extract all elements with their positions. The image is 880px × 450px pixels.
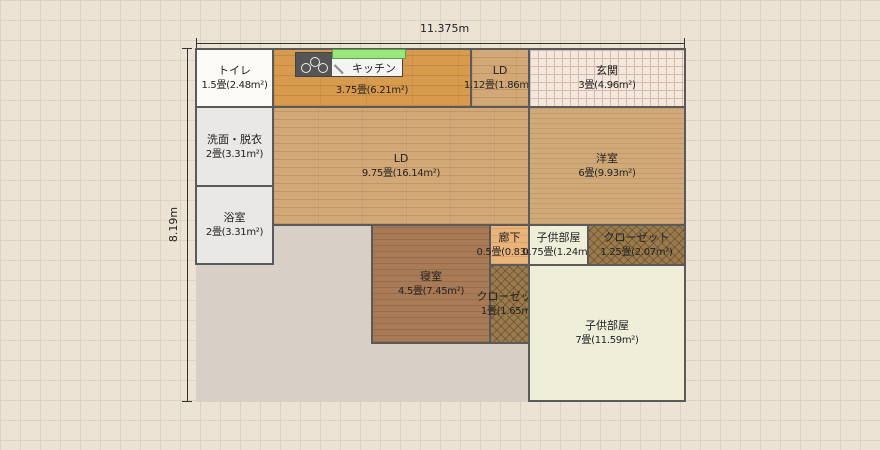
room-bedroom[interactable]: 寝室 4.5畳(7.45m²) xyxy=(371,224,491,344)
width-dimension-tick-right xyxy=(684,38,685,48)
height-dimension-tick-top xyxy=(182,48,192,49)
room-name: 寝室 xyxy=(420,270,442,283)
room-kids-large[interactable]: 子供部屋 7畳(11.59m²) xyxy=(528,264,686,402)
room-area: 3畳(4.96m²) xyxy=(578,80,636,91)
room-ld-small[interactable]: LD 1.12畳(1.86m²) xyxy=(464,48,536,108)
room-kids-small[interactable]: 子供部屋 0.75畳(1.24m²) xyxy=(522,224,595,266)
room-entrance[interactable]: 玄関 3畳(4.96m²) xyxy=(528,48,686,108)
room-area: 0.75畳(1.24m²) xyxy=(522,247,595,258)
room-toilet[interactable]: トイレ 1.5畳(2.48m²) xyxy=(195,48,274,108)
room-area: 1.12畳(1.86m²) xyxy=(463,80,537,91)
room-bath[interactable]: 浴室 2畳(3.31m²) xyxy=(195,185,274,265)
width-dimension-line xyxy=(196,43,685,44)
room-name: LD xyxy=(492,64,508,77)
room-name: 洗面・脱衣 xyxy=(207,132,262,146)
width-dimension-label: 11.375m xyxy=(420,22,470,35)
room-name: 玄関 xyxy=(596,64,618,77)
room-area: 9.75畳(16.14m²) xyxy=(361,168,441,179)
room-area: 6畳(9.93m²) xyxy=(578,168,636,179)
room-area: 3.75畳(6.21m²) xyxy=(335,84,409,96)
room-name: 洋室 xyxy=(596,152,618,165)
room-area: 1.25畳(2.07m²) xyxy=(600,247,673,258)
kitchen-counter[interactable]: キッチン xyxy=(295,49,406,77)
room-name: トイレ xyxy=(218,64,251,77)
height-dimension-tick-bottom xyxy=(182,401,192,402)
room-area: 1.5畳(2.48m²) xyxy=(201,80,268,91)
room-ld-main[interactable]: LD 9.75畳(16.14m²) xyxy=(272,106,530,226)
room-area: 2畳(3.31m²) xyxy=(205,227,264,238)
room-washroom[interactable]: 洗面・脱衣 2畳(3.31m²) xyxy=(195,106,274,187)
room-name: 子供部屋 xyxy=(585,319,629,332)
room-name: 浴室 xyxy=(223,211,246,224)
height-dimension-line xyxy=(187,48,188,402)
room-western[interactable]: 洋室 6畳(9.93m²) xyxy=(528,106,686,226)
room-closet-right[interactable]: クローゼット 1.25畳(2.07m²) xyxy=(587,224,686,266)
room-area: 4.5畳(7.45m²) xyxy=(397,286,465,297)
room-area: 2畳(3.31m²) xyxy=(205,148,264,160)
stove-icon xyxy=(296,53,332,76)
room-name: クローゼット xyxy=(603,231,670,244)
width-dimension-tick-left xyxy=(196,38,197,48)
room-name: 廊下 xyxy=(498,231,521,244)
kitchen-label: キッチン xyxy=(352,62,396,75)
room-name: LD xyxy=(393,152,409,165)
room-closet-center[interactable]: クローゼット 1畳(1.65m²) xyxy=(477,264,543,344)
room-name: 子供部屋 xyxy=(536,231,581,244)
room-area: 7畳(11.59m²) xyxy=(575,335,639,346)
height-dimension-label: 8.19m xyxy=(167,206,181,243)
